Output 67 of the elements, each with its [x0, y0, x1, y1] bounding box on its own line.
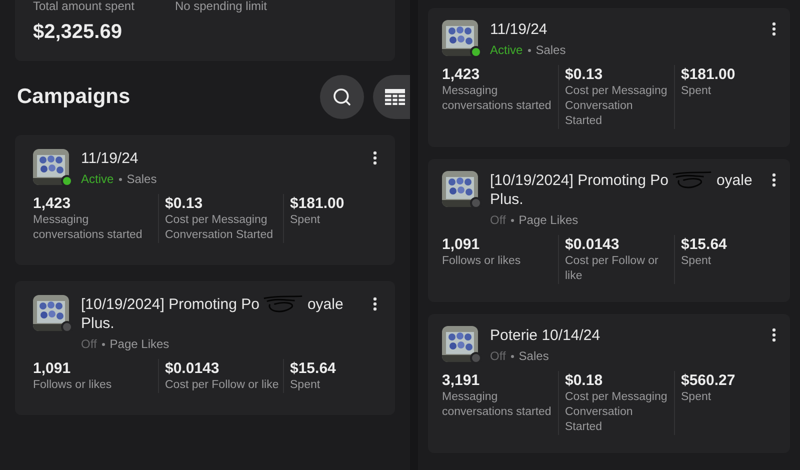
campaign-card[interactable]: [10/19/2024] Promoting Po oyale Plus. Off Page Likes 1,091 Follows or likes $0.0143 Cost per Follow or like $15.64 Spent [15, 281, 395, 415]
search-button[interactable] [320, 75, 364, 119]
metric-value: 1,091 [33, 359, 72, 378]
metric-label: Spent [290, 213, 322, 228]
metric-label: Follows or likes [33, 378, 113, 393]
metric-label: Cost per Follow or like [565, 254, 660, 284]
total-spent-label: Total amount spent [33, 0, 134, 12]
metric-label: Cost per Messaging Conversation Started [165, 213, 274, 243]
metric-label: Messaging conversations started [33, 213, 144, 243]
campaign-title: oyale [716, 171, 752, 190]
metric-label: Messaging conversations started [442, 390, 552, 420]
campaign-title: 11/19/24 [490, 20, 548, 39]
campaign-title: Poterie 10/14/24 [490, 326, 600, 345]
more-options-icon[interactable] [772, 22, 776, 36]
metric-value: $15.64 [290, 359, 337, 378]
metric-value: 1,091 [442, 235, 481, 254]
status-label: Off [490, 212, 506, 229]
more-options-icon[interactable] [772, 328, 776, 342]
metric-label: Spent [681, 254, 712, 269]
metric-value: $0.0143 [565, 235, 620, 254]
section-title: Campaigns [17, 84, 130, 110]
campaign-title: [10/19/2024] Promoting Po [81, 295, 260, 314]
metric-value: 3,191 [442, 371, 481, 390]
campaign-card[interactable]: 11/19/24 Active Sales 1,423 Messaging conversations started $0.13 Cost per Messaging Conversation Started $181.00 Spent [15, 135, 395, 265]
metric-label: Cost per Follow or like [165, 378, 280, 393]
metric-value: $560.27 [681, 371, 736, 390]
metric-label: Messaging conversations started [442, 84, 552, 114]
search-icon [332, 87, 352, 107]
objective-label: Page Likes [110, 336, 170, 353]
metric-value: $181.00 [681, 65, 736, 84]
total-spent-value: $2,325.69 [33, 20, 123, 45]
status-label: Active [490, 42, 523, 59]
metric-value: $0.0143 [165, 359, 220, 378]
objective-label: Sales [536, 42, 566, 59]
more-options-icon[interactable] [373, 151, 377, 165]
metric-label: Spent [290, 378, 322, 393]
campaign-title: 11/19/24 [81, 149, 138, 168]
more-options-icon[interactable] [772, 173, 776, 187]
campaign-card[interactable]: 11/19/24 Active Sales 1,423 Messaging conversations started $0.13 Cost per Messaging Conversation Started $181.00 Spent [428, 8, 790, 147]
metric-value: 1,423 [33, 194, 72, 213]
status-label: Off [81, 336, 97, 353]
campaign-title: Plus. [490, 190, 524, 209]
metric-value: 1,423 [442, 65, 481, 84]
campaign-title: Plus. [81, 314, 116, 333]
metric-value: $0.13 [565, 65, 604, 84]
table-icon [385, 89, 405, 105]
metric-value: $0.13 [165, 194, 204, 213]
metric-value: $0.18 [565, 371, 604, 390]
status-label: Active [81, 171, 114, 188]
objective-label: Sales [518, 348, 549, 365]
metric-value: $181.00 [290, 194, 346, 213]
metric-value: $15.64 [681, 235, 728, 254]
metric-label: Follows or likes [442, 254, 522, 269]
metric-label: Cost per Messaging Conversation Started [565, 390, 668, 435]
objective-label: Sales [126, 171, 157, 188]
metric-label: Cost per Messaging Conversation Started [565, 84, 668, 129]
table-view-button[interactable] [373, 75, 410, 119]
spending-limit-label: No spending limit [174, 0, 267, 12]
campaign-title: [10/19/2024] Promoting Po [490, 171, 668, 190]
campaign-card[interactable]: [10/19/2024] Promoting Po oyale Plus. Off Page Likes 1,091 Follows or likes $0.0143 Cost per Follow or like $15.64 Spent [428, 159, 790, 302]
metric-label: Spent [681, 390, 712, 405]
campaign-title: oyale [307, 295, 344, 314]
more-options-icon[interactable] [373, 297, 377, 311]
metric-label: Spent [681, 84, 712, 99]
campaign-card[interactable]: Poterie 10/14/24 Off Sales 3,191 Messaging conversations started $0.18 Cost per Messaging Conversation Started $560.27 Spent [428, 314, 790, 453]
status-label: Off [490, 348, 506, 365]
objective-label: Page Likes [518, 212, 578, 229]
